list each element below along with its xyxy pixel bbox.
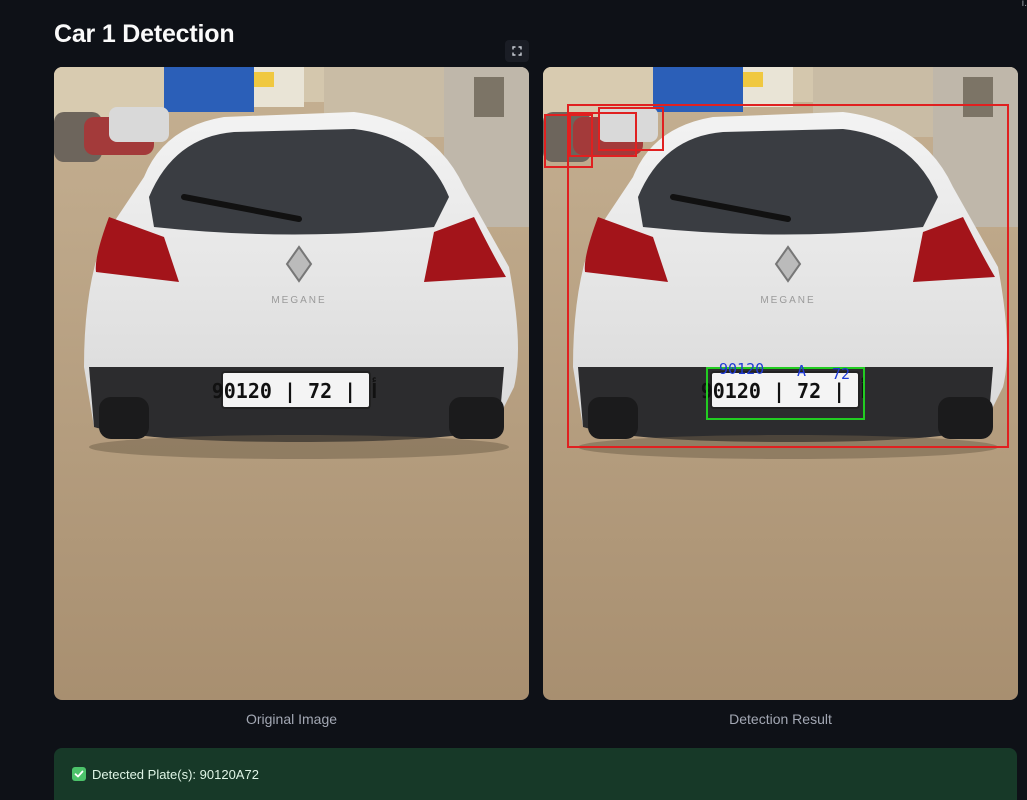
detected-plates-text: Detected Plate(s): 90120A72 — [92, 766, 259, 782]
corner-mark: ı. — [1021, 0, 1027, 9]
ocr-text-right: 72 — [832, 365, 850, 383]
ocr-text-left: 90120 — [719, 360, 764, 378]
app-page: Car 1 Detection ı. MEGANE 90120 | أ | 72… — [0, 0, 1027, 800]
fullscreen-button[interactable] — [505, 40, 529, 62]
check-icon — [72, 767, 86, 781]
model-badge: MEGANE — [271, 295, 326, 306]
plate-text: 90120 | أ | 72 — [212, 377, 381, 403]
ocr-text-mid: A — [797, 362, 806, 380]
page-title: Car 1 Detection — [54, 20, 235, 48]
original-image[interactable]: MEGANE 90120 | أ | 72 — [54, 67, 529, 700]
model-badge: MEGANE — [760, 295, 815, 306]
detection-result-caption: Detection Result — [729, 711, 832, 727]
detection-result-image[interactable]: MEGANE 90120 | أ | 72 90120 A 72 — [543, 67, 1018, 700]
expand-icon — [512, 46, 522, 56]
success-alert: Detected Plate(s): 90120A72 — [54, 748, 1017, 800]
original-image-caption: Original Image — [245, 711, 338, 727]
